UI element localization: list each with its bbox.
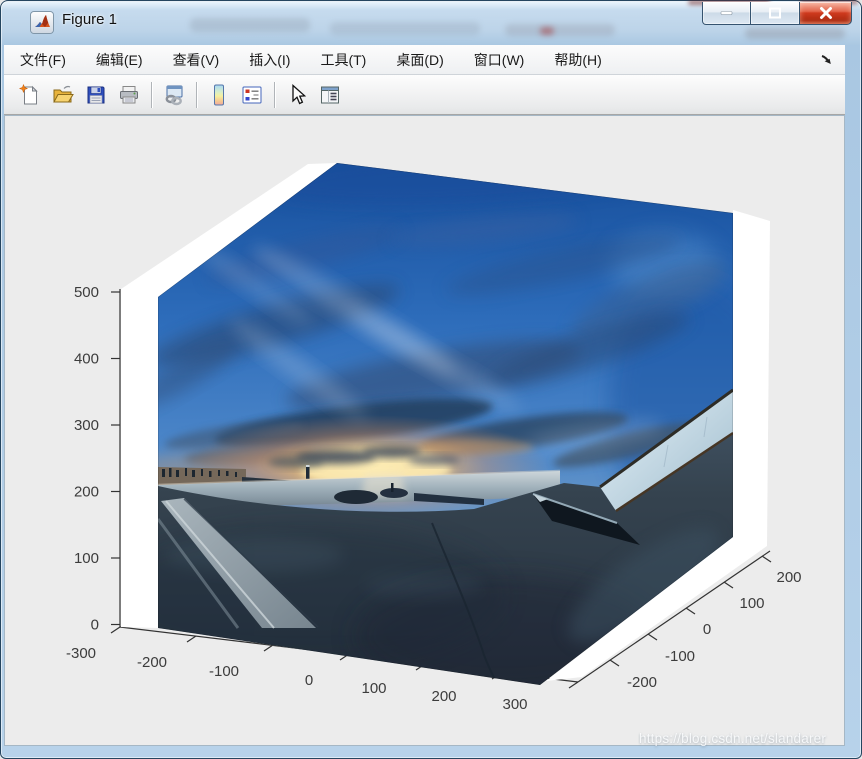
open-file-button[interactable] xyxy=(49,80,77,110)
z-tick-label: 200 xyxy=(74,484,99,501)
x-tick-label: -300 xyxy=(66,645,96,662)
glass-smudge xyxy=(330,22,480,35)
z-tick-label: 300 xyxy=(74,417,99,434)
z-axis-ticks xyxy=(111,291,120,626)
x-tick-label: 100 xyxy=(361,680,386,697)
toolbar-separator xyxy=(196,81,198,108)
insert-colorbar-button[interactable] xyxy=(205,80,233,110)
x-tick-label: 200 xyxy=(431,688,456,705)
lighthouse xyxy=(306,465,310,479)
plot-area[interactable]: 0 100 200 300 400 500 -300 -200 -100 0 1… xyxy=(4,115,845,746)
link-plot-button[interactable] xyxy=(160,80,188,110)
minimize-icon xyxy=(720,11,732,15)
toolbar-separator xyxy=(274,81,276,108)
new-figure-icon xyxy=(19,83,38,104)
y-tick-label: 100 xyxy=(739,595,764,612)
close-icon xyxy=(819,7,832,19)
z-tick-label: 100 xyxy=(74,550,99,567)
menu-item-tools[interactable]: 工具(T) xyxy=(320,50,366,70)
maximize-icon xyxy=(769,7,781,19)
open-file-icon xyxy=(53,85,74,102)
glass-smudge xyxy=(540,27,554,35)
toolbar-separator xyxy=(151,81,153,108)
screen: { "window": { "title": "Figure 1", "cont… xyxy=(0,0,862,759)
menu-item-help[interactable]: 帮助(H) xyxy=(554,50,601,70)
matlab-logo-icon xyxy=(31,12,53,33)
menu-item-edit[interactable]: 编辑(E) xyxy=(96,50,143,70)
x-tick-label: -200 xyxy=(137,654,167,671)
y-tick-label: 200 xyxy=(776,569,801,586)
close-button[interactable] xyxy=(799,2,852,25)
y-tick-label: -200 xyxy=(627,674,657,691)
edit-plot-icon xyxy=(292,83,307,104)
x-tick-label: 300 xyxy=(502,696,527,713)
new-figure-button[interactable] xyxy=(16,80,44,110)
menu-item-insert[interactable]: 插入(I) xyxy=(249,50,290,70)
x-tick-label: 0 xyxy=(305,672,313,689)
insert-colorbar-icon xyxy=(214,84,224,105)
glass-smudge xyxy=(190,18,310,32)
property-inspector-button[interactable] xyxy=(316,80,344,110)
menu-item-view[interactable]: 查看(V) xyxy=(173,50,220,70)
titlebar[interactable]: Figure 1 xyxy=(0,0,862,45)
menu-bar: 文件(F) 编辑(E) 查看(V) 插入(I) 工具(T) 桌面(D) 窗口(W… xyxy=(4,45,845,75)
z-tick-label: 500 xyxy=(74,284,99,301)
insert-legend-button[interactable] xyxy=(238,80,266,110)
y-tick-label: -100 xyxy=(665,648,695,665)
edit-plot-button[interactable] xyxy=(283,80,311,110)
figure-window: Figure 1 文件(F) 编辑(E) 查看(V) 插入(I) 工具(T) 桌… xyxy=(0,0,862,759)
window-title: Figure 1 xyxy=(62,11,118,28)
print-figure-button[interactable] xyxy=(115,80,143,110)
minimize-button[interactable] xyxy=(702,2,751,25)
property-inspector-icon xyxy=(321,86,339,103)
save-figure-button[interactable] xyxy=(82,80,110,110)
toolbar xyxy=(4,75,845,115)
y-tick-label: 0 xyxy=(703,621,711,638)
z-tick-label: 0 xyxy=(91,617,99,634)
glass-smudge xyxy=(745,28,845,39)
window-controls xyxy=(702,0,852,25)
menu-item-window[interactable]: 窗口(W) xyxy=(474,50,525,70)
save-figure-icon xyxy=(87,86,105,103)
watermark: https://blog.csdn.net/slandarer xyxy=(639,731,827,746)
maximize-button[interactable] xyxy=(751,2,799,25)
insert-legend-icon xyxy=(242,86,262,103)
z-tick-label: 400 xyxy=(74,351,99,368)
link-plot-icon xyxy=(165,85,183,105)
glass-smudge xyxy=(505,24,615,36)
menu-item-desktop[interactable]: 桌面(D) xyxy=(396,50,443,70)
print-figure-icon xyxy=(120,85,138,103)
menu-item-file[interactable]: 文件(F) xyxy=(20,50,66,70)
surface-image xyxy=(158,163,733,685)
figure-canvas[interactable]: 0 100 200 300 400 500 -300 -200 -100 0 1… xyxy=(4,115,845,746)
x-tick-label: -100 xyxy=(209,663,239,680)
menu-overflow-arrow-icon[interactable] xyxy=(820,53,833,66)
